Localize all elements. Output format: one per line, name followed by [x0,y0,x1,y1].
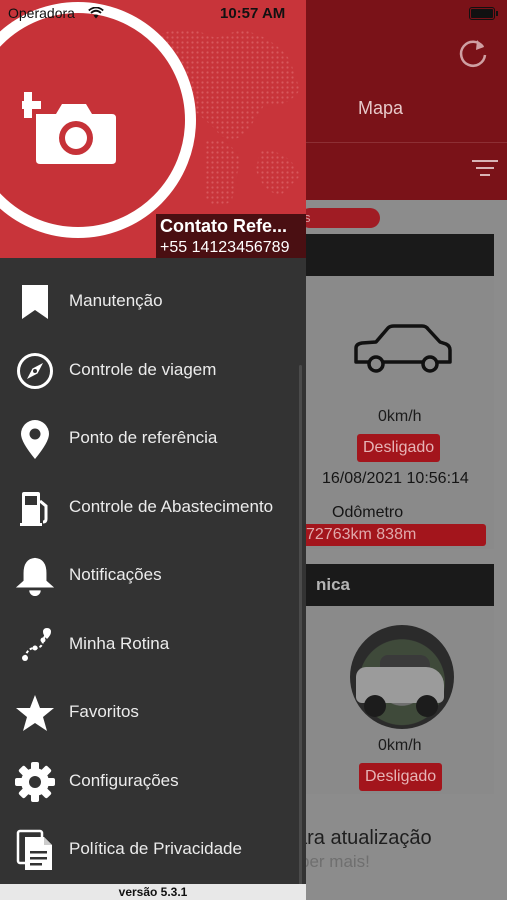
contact-name: Contato Refe... [156,214,306,238]
document-icon [14,829,56,870]
drawer-scrollbar[interactable] [299,365,302,885]
add-photo-icon[interactable] [22,80,118,166]
menu-item-label: Controle de Abastecimento [69,496,274,516]
vehicle-photo [350,625,454,729]
menu-item-favoritos[interactable]: Favoritos [0,679,306,748]
menu-item-label: Configurações [69,770,179,790]
learn-more-link[interactable]: ber mais! [300,852,370,872]
menu-item-label: Política de Privacidade [69,839,242,858]
menu-item-minha-rotina[interactable]: Minha Rotina [0,611,306,680]
clock: 10:57 AM [220,5,286,22]
vehicle-card[interactable] [306,234,494,549]
menu-item-label: Notificações [69,565,162,584]
carrier-label: Operadora [8,5,75,21]
menu-item-label: Controle de viagem [69,359,217,379]
car-icon [354,324,452,373]
side-drawer: Contato Refe... +55 14123456789 Manutenç… [0,0,306,900]
menu-item-label: Manutenção [69,291,163,310]
vehicle-datetime: 16/08/2021 10:56:14 [322,470,469,487]
filter-icon[interactable] [472,160,498,180]
menu-item-controle-abastecimento[interactable]: Controle de Abastecimento [0,474,306,543]
tab-divider [306,142,507,143]
contact-phone: +55 14123456789 [156,238,306,258]
menu-item-notificacoes[interactable]: Notificações [0,542,306,611]
map-pin-icon [14,419,56,459]
menu-item-configuracoes[interactable]: Configurações [0,748,306,817]
fuel-pump-icon [14,488,56,528]
vehicle-card-header: nica [306,564,494,606]
menu-item-manutencao[interactable]: Manutenção [0,268,306,337]
compass-icon [14,351,56,391]
menu-item-label: Minha Rotina [69,633,170,653]
refresh-icon[interactable] [456,36,490,70]
menu-item-ponto-referencia[interactable]: Ponto de referência [0,405,306,474]
route-icon [14,625,56,665]
vehicle-speed: 0km/h [378,737,422,754]
status-bar: Operadora 10:57 AM [0,0,507,28]
menu-item-politica-privacidade[interactable]: Política de Privacidade [0,816,306,885]
search-pill[interactable]: s [300,208,380,228]
app-version: versão 5.3.1 [0,884,306,900]
vehicle-status-badge: Desligado [359,763,443,791]
drawer-header: Contato Refe... +55 14123456789 [0,0,306,258]
tab-mapa[interactable]: Mapa [358,98,403,119]
gear-icon [14,761,56,802]
odometer-label: Odômetro [332,504,404,521]
wifi-icon [88,7,104,19]
odometer-value: 72763km 838m [300,524,486,546]
update-hint: ara atualização [296,827,432,849]
bookmark-icon [14,282,56,322]
vehicle-speed: 0km/h [378,408,422,425]
menu-item-label: Favoritos [69,702,139,721]
drawer-menu: Manutenção Controle de viagem Ponto de r… [0,268,306,885]
star-icon [14,693,56,733]
menu-item-controle-viagem[interactable]: Controle de viagem [0,337,306,406]
vehicle-status-badge: Desligado [357,434,441,462]
bell-icon [14,556,56,597]
vehicle-card-header [306,234,494,276]
battery-icon [469,7,498,20]
menu-item-label: Ponto de referência [69,428,218,447]
